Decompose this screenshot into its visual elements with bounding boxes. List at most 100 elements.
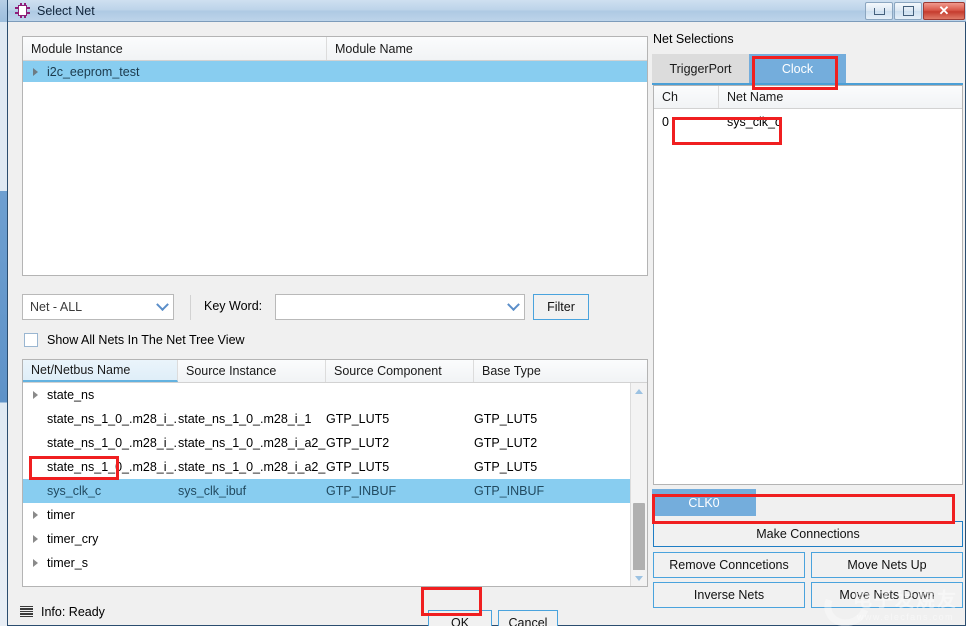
net-list-row[interactable]: state_ns [23,383,647,407]
module-tree-header: Module Instance Module Name [23,37,647,61]
chevron-down-icon[interactable] [151,297,173,312]
watermark-url: www.elecfans.com [857,612,954,622]
net-selections-rows: 0 sys_clk_c [654,109,962,134]
net-list-row[interactable]: sys_clk_c sys_clk_ibuf GTP_INBUF GTP_INBUF [23,479,647,503]
maximize-icon [902,6,914,16]
net-selections-header: Ch Net Name [654,86,962,109]
net-list-scrollbar[interactable] [630,383,647,586]
chevron-down-icon[interactable] [502,297,524,312]
close-icon: ✕ [938,3,950,18]
dialog-title: Select Net [37,3,95,18]
make-connections-button[interactable]: Make Connections [653,521,963,547]
show-all-nets-label: Show All Nets In The Net Tree View [47,333,245,347]
net-name-cell: sys_clk_c [47,484,102,498]
net-list-header: Net/Netbus Name Source Instance Source C… [23,360,647,383]
module-tree-row[interactable]: i2c_eeprom_test [23,61,647,82]
list-icon [20,605,33,618]
net-name-cell: state_ns [23,388,178,402]
net-list-row[interactable]: timer_cry [23,527,647,551]
window-controls: ✕ [865,2,965,20]
watermark-brand: 电子发烧友 [852,590,958,611]
net-list-row[interactable]: timer [23,503,647,527]
net-list-row[interactable]: state_ns_1_0_.m28_i_... state_ns_1_0_.m28… [23,407,647,431]
dialog-body: Module Instance Module Name i2c_eeprom_t… [8,22,966,626]
net-type-select[interactable]: Net - ALL [22,294,174,320]
filter-button[interactable]: Filter [533,294,589,320]
left-pane: Module Instance Module Name i2c_eeprom_t… [8,22,648,626]
base-type-cell: GTP_LUT5 [474,412,538,426]
column-header-module-name[interactable]: Module Name [327,37,647,60]
close-button[interactable]: ✕ [923,2,965,20]
module-instance-label: i2c_eeprom_test [47,64,140,79]
keyword-label: Key Word: [204,299,263,313]
move-nets-up-button[interactable]: Move Nets Up [811,552,963,578]
net-selections-table[interactable]: Ch Net Name 0 sys_clk_c [653,85,963,485]
expand-arrow-icon[interactable] [23,535,47,543]
net-selections-tabs: TriggerPort Clock [652,54,963,83]
select-net-dialog: Select Net ✕ Module Instance Module Name… [7,0,966,626]
remove-connections-button[interactable]: Remove Conncetions [653,552,805,578]
maximize-button[interactable] [894,2,922,20]
show-all-nets-checkbox[interactable] [24,333,38,347]
source-component-cell: GTP_INBUF [326,484,397,498]
net-list-row[interactable]: state_ns_1_0_.m28_i_... state_ns_1_0_.m28… [23,431,647,455]
net-selections-title: Net Selections [653,32,734,46]
expand-arrow-icon[interactable] [23,559,47,567]
source-instance-cell: state_ns_1_0_.m28_i_a2_... [178,436,326,450]
chevron-down-icon [635,575,643,581]
expand-arrow-icon[interactable] [23,511,47,519]
minimize-button[interactable] [865,2,893,20]
expand-arrow-icon[interactable] [23,67,47,76]
cancel-button[interactable]: Cancel [498,610,558,626]
module-tree[interactable]: Module Instance Module Name i2c_eeprom_t… [22,36,648,276]
net-name-cell: timer_s [23,556,178,570]
net-name-cell: state_ns_1_0_.m28_i_... [47,436,178,450]
base-type-cell: GTP_LUT5 [474,460,538,474]
source-instance-cell: sys_clk_ibuf [178,484,247,498]
net-name-cell: state_ns_1_0_.m28_i_... [47,412,178,426]
net-name-cell: state_ns_1_0_.m28_i_... [47,460,178,474]
keyword-input[interactable] [275,294,525,320]
net-list-row[interactable]: state_ns_1_0_.m28_i_... state_ns_1_0_.m28… [23,455,647,479]
net-list-row[interactable]: timer_s [23,551,647,575]
net-list-table[interactable]: Net/Netbus Name Source Instance Source C… [22,359,648,587]
net-selections-pane: Net Selections TriggerPort Clock Ch Net … [648,22,966,626]
filter-divider [190,295,191,320]
ok-button[interactable]: OK [428,610,492,626]
column-header-module-instance[interactable]: Module Instance [23,37,327,60]
status-text: Info: Ready [41,604,105,619]
column-header-net-name[interactable]: Net/Netbus Name [23,360,178,382]
scroll-down-button[interactable] [631,570,647,586]
watermark: 电子发烧友 www.elecfans.com [853,591,958,622]
base-type-cell: GTP_LUT2 [474,436,538,450]
column-header-source-instance[interactable]: Source Instance [178,360,326,382]
net-name-cell: sys_clk_c [727,114,782,129]
chevron-up-icon [635,388,643,394]
net-name-label: timer [47,508,75,522]
source-component-cell: GTP_LUT5 [326,412,390,426]
net-type-value: Net - ALL [30,300,83,314]
scroll-up-button[interactable] [631,383,647,399]
expand-arrow-icon[interactable] [23,391,47,399]
net-name-cell: timer_cry [23,532,178,546]
column-header-net-name[interactable]: Net Name [719,86,962,108]
show-all-nets-row[interactable]: Show All Nets In The Net Tree View [24,333,245,347]
net-name-label: state_ns [47,388,95,402]
column-header-base-type[interactable]: Base Type [474,360,634,382]
net-selection-row[interactable]: 0 sys_clk_c [654,109,962,134]
screen: Navigation Select Net [0,0,966,626]
filter-row: Net - ALL Key Word: Filter [22,294,648,322]
net-name-label: timer_s [47,556,88,570]
inverse-nets-button[interactable]: Inverse Nets [653,582,805,608]
column-header-source-component[interactable]: Source Component [326,360,474,382]
tab-triggerport[interactable]: TriggerPort [652,54,749,83]
channel-cell: 0 [662,114,669,129]
source-instance-cell: state_ns_1_0_.m28_i_1 [178,412,312,426]
net-name-label: timer_cry [47,532,99,546]
column-header-ch[interactable]: Ch [654,86,719,108]
dialog-titlebar: Select Net ✕ [8,0,966,22]
tab-clock[interactable]: Clock [749,54,846,83]
clk0-tab[interactable]: CLK0 [652,489,756,516]
net-name-cell: timer [23,508,178,522]
source-component-cell: GTP_LUT5 [326,460,390,474]
